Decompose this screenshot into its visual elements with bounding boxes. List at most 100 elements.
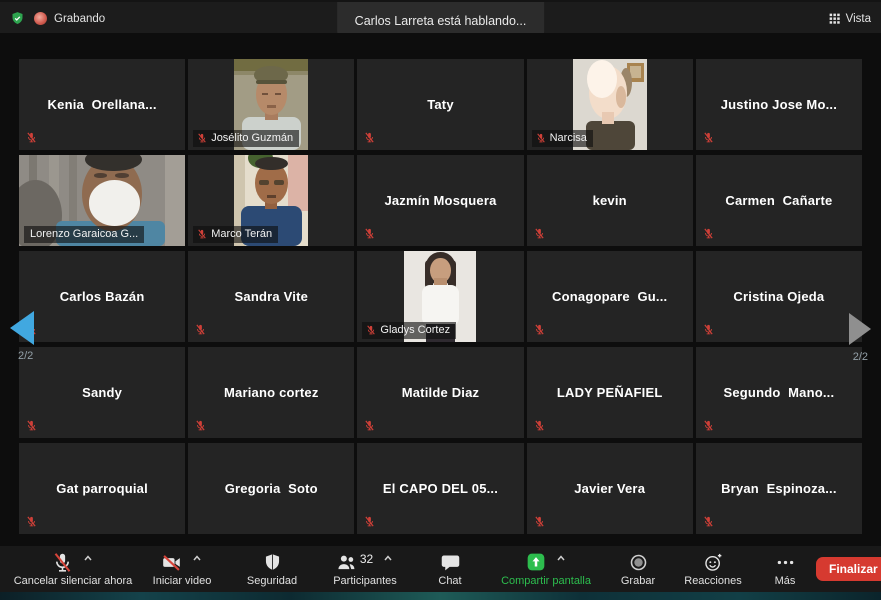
participant-name: Marco Terán [211,228,272,241]
participant-name: El CAPO DEL 05... [357,443,523,534]
video-art-shape [422,285,459,326]
prev-page-arrow[interactable] [10,311,34,345]
participant-name-label: Narcisa [532,130,593,147]
participant-name: Sandy [19,347,185,438]
shield-icon [262,552,283,573]
mic-muted-icon [364,132,375,143]
page-indicator: 2/2 [853,351,868,363]
video-art-shape [267,195,276,198]
participant-name: Conagopare Gu... [527,251,693,342]
participant-tile[interactable]: Narcisa [527,59,693,150]
mic-muted-icon [364,516,375,527]
participant-name: Narcisa [550,132,587,145]
participant-name: Matilde Diaz [357,347,523,438]
reactions-icon [703,552,724,573]
participant-tile[interactable]: El CAPO DEL 05... [357,443,523,534]
participant-tile[interactable]: Matilde Diaz [357,347,523,438]
view-button[interactable]: Vista [828,2,871,35]
participant-name: Gregoria Soto [188,443,354,534]
participant-name: Sandra Vite [188,251,354,342]
participant-name: Cristina Ojeda [696,251,862,342]
chevron-up-icon[interactable] [191,552,203,564]
gallery-area: Kenia Orellana... Josélito Guzmán Taty Narc… [0,33,881,546]
video-muted-icon [161,552,182,573]
video-art-shape [94,173,107,178]
video-art-shape [89,180,141,226]
participant-tile[interactable]: Kenia Orellana... [19,59,185,150]
participant-tile[interactable]: Marco Terán [188,155,354,246]
toolbar-share[interactable]: Compartir pantalla [488,546,604,592]
participant-name-label: Gladys Cortez [362,322,456,339]
next-page-arrow[interactable] [849,313,871,345]
encryption-shield-icon[interactable] [10,11,25,26]
participant-name: LADY PEÑAFIEL [527,347,693,438]
participant-name: Justino Jose Mo... [696,59,862,150]
more-icon [775,552,796,573]
toolbar-record[interactable]: Grabar [604,546,672,592]
participant-name: Jazmín Mosquera [357,155,523,246]
video-art-shape [275,93,281,96]
mic-muted-icon [703,228,714,239]
participant-name: Gladys Cortez [380,324,450,337]
video-art-shape [115,173,128,178]
toolbar-mute[interactable]: Cancelar silenciar ahora [8,546,138,592]
chevron-up-icon[interactable] [555,552,567,564]
participant-tile[interactable]: LADY PEÑAFIEL [527,347,693,438]
participants-icon [336,552,357,573]
participant-name: Josélito Guzmán [211,132,293,145]
chevron-up-icon[interactable] [82,552,94,564]
meeting-toolbar: Cancelar silenciar ahora Iniciar video Seg… [0,546,881,592]
mic-muted-icon [26,516,37,527]
participant-tile[interactable]: Taty [357,59,523,150]
mic-muted-icon [195,420,206,431]
toolbar-label: Participantes [333,575,397,587]
video-art-shape [256,80,287,85]
participant-tile[interactable]: Gladys Cortez [357,251,523,342]
participant-tile[interactable]: Carlos Bazán [19,251,185,342]
recording-label: Grabando [54,13,105,25]
participant-name-label: Marco Terán [193,226,278,243]
toolbar-security[interactable]: Seguridad [226,546,318,592]
participant-tile[interactable]: Mariano cortez [188,347,354,438]
participants-grid: Kenia Orellana... Josélito Guzmán Taty Narc… [19,59,862,534]
desktop-strip [0,592,881,600]
mic-muted-icon [52,552,73,573]
toolbar-label: Iniciar video [153,575,212,587]
participant-tile[interactable]: Javier Vera [527,443,693,534]
video-art-shape [262,93,268,96]
toolbar-participants[interactable]: 32Participantes [318,546,412,592]
participant-name: Kenia Orellana... [19,59,185,150]
chevron-up-icon[interactable] [382,552,394,564]
participant-tile[interactable]: Cristina Ojeda [696,251,862,342]
toolbar-chat[interactable]: Chat [412,546,488,592]
toolbar-video[interactable]: Iniciar video [138,546,226,592]
participant-tile[interactable]: Sandra Vite [188,251,354,342]
participant-tile[interactable]: Carmen Cañarte [696,155,862,246]
participant-tile[interactable]: Sandy [19,347,185,438]
participant-tile[interactable]: Gat parroquial [19,443,185,534]
participant-tile[interactable]: Bryan Espinoza... [696,443,862,534]
video-art-shape [602,112,614,124]
mic-muted-icon [195,324,206,335]
recording-indicator: Grabando [34,12,105,25]
mic-muted-icon [534,516,545,527]
toolbar-label: Más [775,575,796,587]
video-art-shape [288,155,309,211]
mic-muted-icon [703,420,714,431]
participant-tile[interactable]: Segundo Mano... [696,347,862,438]
end-button[interactable]: Finalizar [816,557,881,581]
recording-dot-icon [34,12,47,25]
participant-tile[interactable]: kevin [527,155,693,246]
toolbar-more[interactable]: Más [754,546,816,592]
mic-muted-icon [534,324,545,335]
video-art-shape [259,180,269,185]
participant-tile[interactable]: Josélito Guzmán [188,59,354,150]
toolbar-label: Chat [438,575,461,587]
participant-tile[interactable]: Justino Jose Mo... [696,59,862,150]
participant-tile[interactable]: Jazmín Mosquera [357,155,523,246]
participant-tile[interactable]: Gregoria Soto [188,443,354,534]
toolbar-reactions[interactable]: Reacciones [672,546,754,592]
record-icon [628,552,649,573]
participant-tile[interactable]: Lorenzo Garaicoa G... [19,155,185,246]
participant-tile[interactable]: Conagopare Gu... [527,251,693,342]
